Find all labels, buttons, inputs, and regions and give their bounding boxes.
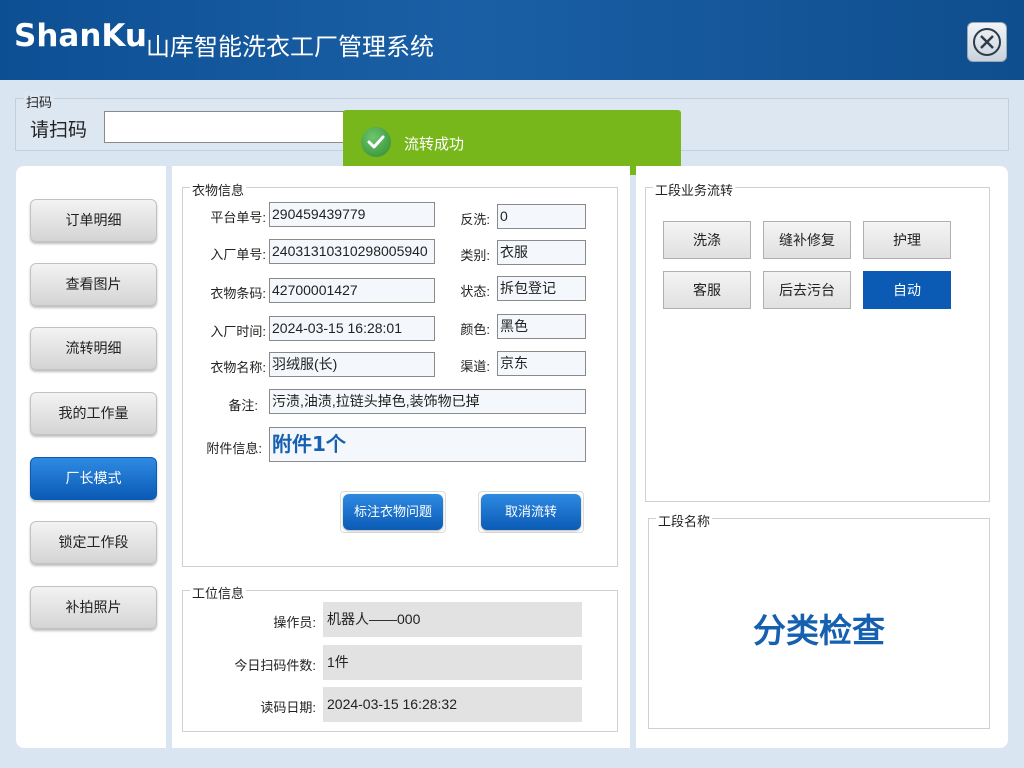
barcode-field[interactable]: 42700001427 (269, 278, 435, 303)
color-label: 颜色: (460, 322, 490, 337)
factory-order-field[interactable]: 24031310310298005940 (269, 239, 435, 264)
attachment-label: 附件信息: (206, 441, 262, 456)
category-label: 类别: (460, 248, 490, 263)
factory-order-label: 入厂单号: (210, 247, 266, 262)
mark-issue-button[interactable]: 标注衣物问题 (343, 494, 443, 530)
barcode-label: 衣物条码: (210, 286, 266, 301)
close-icon (973, 28, 1001, 56)
scan-label: 请扫码 (30, 120, 88, 141)
read-date-label: 读码日期: (260, 700, 316, 715)
title-bar: ShanKu 山库智能洗衣工厂管理系统 (0, 0, 1024, 80)
rewash-field[interactable]: 0 (497, 204, 586, 229)
color-field[interactable]: 黑色 (497, 314, 586, 339)
sidebar-item-lock-stage[interactable]: 锁定工作段 (30, 521, 157, 564)
rewash-label: 反洗: (460, 212, 490, 227)
channel-label: 渠道: (460, 359, 490, 374)
cancel-flow-button[interactable]: 取消流转 (481, 494, 581, 530)
stage-name-title: 工段名称 (656, 511, 713, 530)
today-count-value: 1件 (323, 645, 582, 680)
app-title: 山库智能洗衣工厂管理系统 (146, 33, 434, 61)
channel-field[interactable]: 京东 (497, 351, 586, 376)
stage-repair-button[interactable]: 缝补修复 (763, 221, 851, 259)
stage-wash-button[interactable]: 洗涤 (663, 221, 751, 259)
garment-name-label: 衣物名称: (210, 360, 266, 375)
stage-auto-button[interactable]: 自动 (863, 271, 951, 309)
entry-time-field[interactable]: 2024-03-15 16:28:01 (269, 316, 435, 341)
toast-message: 流转成功 (404, 136, 465, 153)
status-label: 状态: (460, 284, 490, 299)
status-field[interactable]: 拆包登记 (497, 276, 586, 301)
sidebar-item-flow-detail[interactable]: 流转明细 (30, 327, 157, 370)
entry-time-label: 入厂时间: (210, 324, 266, 339)
operator-label: 操作员: (273, 615, 316, 630)
sidebar-item-my-workload[interactable]: 我的工作量 (30, 392, 157, 435)
close-button[interactable] (967, 22, 1007, 62)
check-circle-icon (361, 127, 391, 157)
station-info-title: 工位信息 (190, 583, 247, 602)
platform-order-field[interactable]: 290459439779 (269, 202, 435, 227)
platform-order-label: 平台单号: (210, 210, 266, 225)
stage-care-button[interactable]: 护理 (863, 221, 951, 259)
stage-flow-title: 工段业务流转 (653, 180, 736, 199)
sidebar-item-manager-mode[interactable]: 厂长模式 (30, 457, 157, 500)
scan-group-title: 扫码 (24, 92, 55, 111)
operator-value: 机器人——000 (323, 602, 582, 637)
sidebar-item-retake-photo[interactable]: 补拍照片 (30, 586, 157, 629)
garment-info-title: 衣物信息 (190, 180, 247, 199)
stage-service-button[interactable]: 客服 (663, 271, 751, 309)
category-field[interactable]: 衣服 (497, 240, 586, 265)
today-count-label: 今日扫码件数: (234, 658, 316, 673)
scan-input[interactable] (104, 111, 384, 143)
garment-name-field[interactable]: 羽绒服(长) (269, 352, 435, 377)
remark-label: 备注: (228, 398, 258, 413)
attachment-field[interactable]: 附件1个 (269, 427, 586, 462)
stage-destain-button[interactable]: 后去污台 (763, 271, 851, 309)
sidebar-item-view-images[interactable]: 查看图片 (30, 263, 157, 306)
read-date-value: 2024-03-15 16:28:32 (323, 687, 582, 722)
shanku-logo: ShanKu (14, 18, 147, 54)
current-stage-name: 分类检查 (753, 611, 885, 650)
remark-field[interactable]: 污渍,油渍,拉链头掉色,装饰物已掉 (269, 389, 586, 414)
sidebar-item-order-detail[interactable]: 订单明细 (30, 199, 157, 242)
